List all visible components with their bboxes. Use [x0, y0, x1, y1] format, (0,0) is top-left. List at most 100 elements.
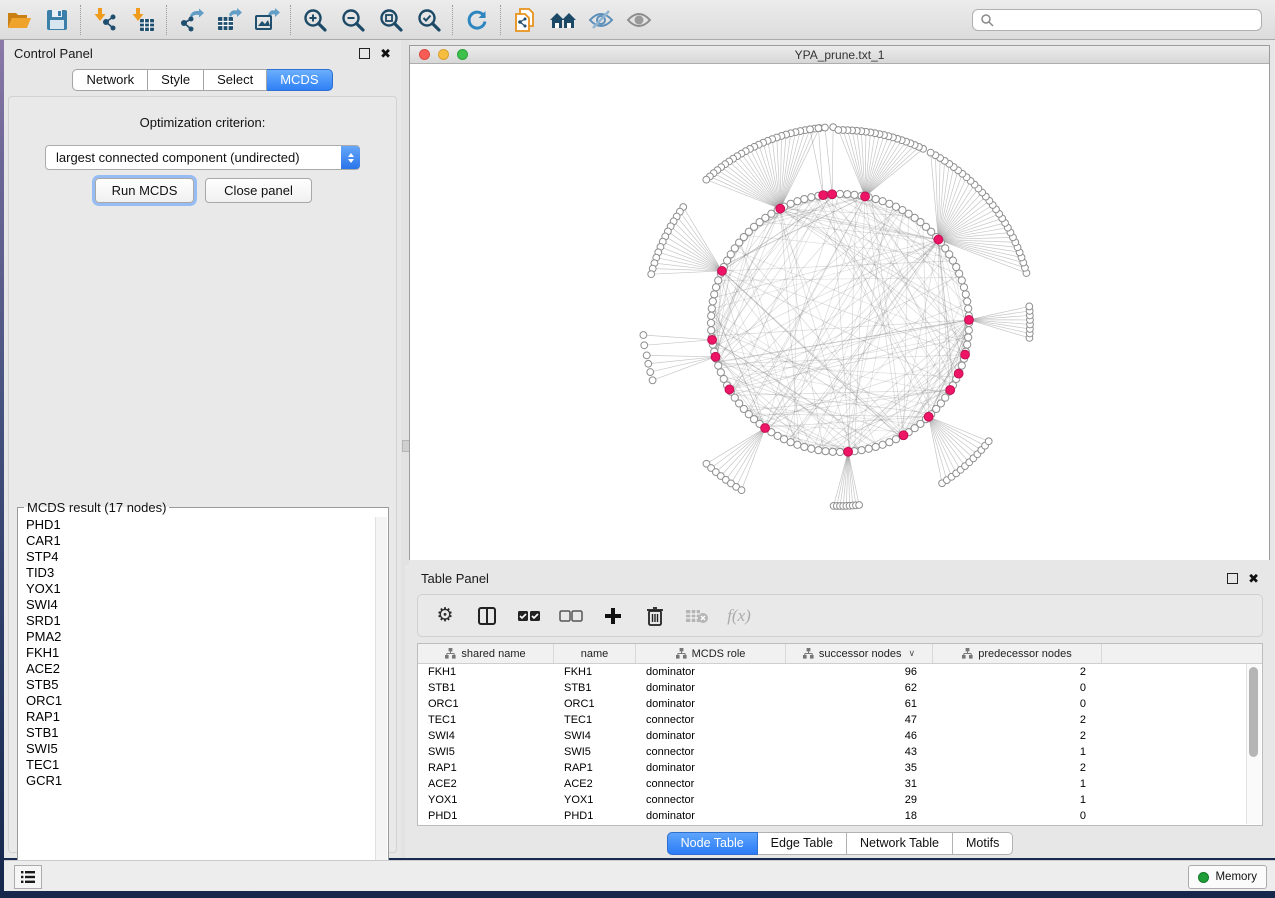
mcds-hub-node[interactable] — [828, 190, 837, 199]
network-node[interactable] — [836, 448, 843, 455]
optimization-criterion-select[interactable]: largest connected component (undirected) — [45, 145, 360, 170]
table-options-gear-icon[interactable]: ⚙ — [432, 603, 458, 629]
show-columns-icon[interactable] — [474, 603, 500, 629]
add-row-icon[interactable] — [600, 603, 626, 629]
mcds-result-item[interactable]: SWI5 — [19, 741, 376, 757]
import-table-icon[interactable] — [124, 5, 162, 35]
zoom-selected-icon[interactable] — [410, 5, 448, 35]
table-row[interactable]: PHD1PHD1dominator180 — [418, 808, 1262, 824]
network-node[interactable] — [708, 327, 715, 334]
mcds-result-item[interactable]: STP4 — [19, 549, 376, 565]
mcds-hub-node[interactable] — [776, 204, 785, 213]
network-node[interactable] — [717, 369, 724, 376]
table-row[interactable]: ACE2ACE2connector311 — [418, 776, 1262, 792]
network-node[interactable] — [892, 203, 899, 210]
network-leaf-node[interactable] — [927, 149, 934, 156]
search-input[interactable] — [972, 9, 1262, 31]
show-selected-icon[interactable] — [620, 5, 658, 35]
minimize-window-icon[interactable] — [438, 49, 449, 60]
network-node[interactable] — [707, 319, 714, 326]
mcds-hub-node[interactable] — [946, 386, 955, 395]
maximize-window-icon[interactable] — [457, 49, 468, 60]
tab-network-table[interactable]: Network Table — [847, 832, 953, 855]
zoom-in-icon[interactable] — [296, 5, 334, 35]
network-node[interactable] — [865, 445, 872, 452]
network-node[interactable] — [872, 195, 879, 202]
mcds-result-item[interactable]: FKH1 — [19, 645, 376, 661]
mcds-hub-node[interactable] — [924, 412, 933, 421]
network-node[interactable] — [780, 436, 787, 443]
mcds-result-item[interactable]: CAR1 — [19, 533, 376, 549]
network-node[interactable] — [965, 334, 972, 341]
mcds-hub-node[interactable] — [718, 267, 727, 276]
network-leaf-node[interactable] — [647, 369, 654, 376]
network-leaf-node[interactable] — [648, 271, 655, 278]
network-leaf-node[interactable] — [738, 487, 745, 494]
network-node[interactable] — [964, 298, 971, 305]
save-session-icon[interactable] — [38, 5, 76, 35]
network-node[interactable] — [872, 443, 879, 450]
tab-motifs[interactable]: Motifs — [953, 832, 1013, 855]
network-node[interactable] — [822, 448, 829, 455]
hide-selected-icon[interactable] — [582, 5, 620, 35]
mcds-result-item[interactable]: STB1 — [19, 725, 376, 741]
column-header-shared-name[interactable]: shared name — [418, 644, 554, 663]
network-node[interactable] — [708, 305, 715, 312]
network-leaf-node[interactable] — [641, 342, 648, 349]
network-node[interactable] — [851, 191, 858, 198]
tab-node-table[interactable]: Node Table — [667, 832, 758, 855]
tab-edge-table[interactable]: Edge Table — [758, 832, 847, 855]
mcds-hub-node[interactable] — [844, 447, 853, 456]
network-node[interactable] — [715, 277, 722, 284]
mcds-hub-node[interactable] — [954, 369, 963, 378]
network-node[interactable] — [808, 445, 815, 452]
table-row[interactable]: FKH1FKH1dominator962 — [418, 664, 1262, 680]
network-node[interactable] — [708, 312, 715, 319]
network-node[interactable] — [958, 277, 965, 284]
export-image-icon[interactable] — [248, 5, 286, 35]
mcds-hub-node[interactable] — [708, 335, 717, 344]
mcds-result-item[interactable]: SRD1 — [19, 613, 376, 629]
mcds-result-item[interactable]: RAP1 — [19, 709, 376, 725]
network-node[interactable] — [715, 362, 722, 369]
network-graph[interactable] — [410, 64, 1269, 560]
network-node[interactable] — [815, 447, 822, 454]
network-node[interactable] — [844, 191, 851, 198]
network-leaf-node[interactable] — [640, 332, 647, 339]
mcds-result-item[interactable]: SWI4 — [19, 597, 376, 613]
mcds-result-item[interactable]: ORC1 — [19, 693, 376, 709]
close-table-panel-icon[interactable]: ✖ — [1248, 572, 1259, 585]
network-node[interactable] — [808, 194, 815, 201]
network-leaf-node[interactable] — [815, 125, 822, 132]
network-leaf-node[interactable] — [822, 124, 829, 131]
delete-row-icon[interactable] — [642, 603, 668, 629]
network-leaf-node[interactable] — [645, 360, 652, 367]
network-node[interactable] — [711, 291, 718, 298]
network-leaf-node[interactable] — [649, 377, 656, 384]
network-leaf-node[interactable] — [703, 176, 710, 183]
show-all-networks-icon[interactable] — [544, 5, 582, 35]
mcds-hub-node[interactable] — [819, 191, 828, 200]
close-window-icon[interactable] — [419, 49, 430, 60]
close-panel-button[interactable]: Close panel — [205, 178, 312, 203]
mcds-result-item[interactable]: YOX1 — [19, 581, 376, 597]
network-node[interactable] — [879, 441, 886, 448]
network-leaf-node[interactable] — [807, 126, 814, 133]
mcds-hub-node[interactable] — [934, 235, 943, 244]
network-node[interactable] — [965, 305, 972, 312]
import-network-icon[interactable] — [86, 5, 124, 35]
column-header-predecessor-nodes[interactable]: predecessor nodes — [933, 644, 1102, 663]
run-mcds-button[interactable]: Run MCDS — [95, 178, 194, 203]
column-header-successor-nodes[interactable]: successor nodes∨ — [786, 644, 933, 663]
network-node[interactable] — [801, 195, 808, 202]
table-row[interactable]: TEC1TEC1connector472 — [418, 712, 1262, 728]
copy-network-icon[interactable] — [506, 5, 544, 35]
mcds-hub-node[interactable] — [965, 315, 974, 324]
open-file-icon[interactable] — [0, 5, 38, 35]
network-node[interactable] — [794, 441, 801, 448]
table-row[interactable]: ORC1ORC1dominator610 — [418, 696, 1262, 712]
mcds-result-item[interactable]: ACE2 — [19, 661, 376, 677]
mcds-hub-node[interactable] — [899, 431, 908, 440]
mcds-result-item[interactable]: TEC1 — [19, 757, 376, 773]
mcds-result-list[interactable]: PHD1CAR1STP4TID3YOX1SWI4SRD1PMA2FKH1ACE2… — [19, 517, 376, 872]
